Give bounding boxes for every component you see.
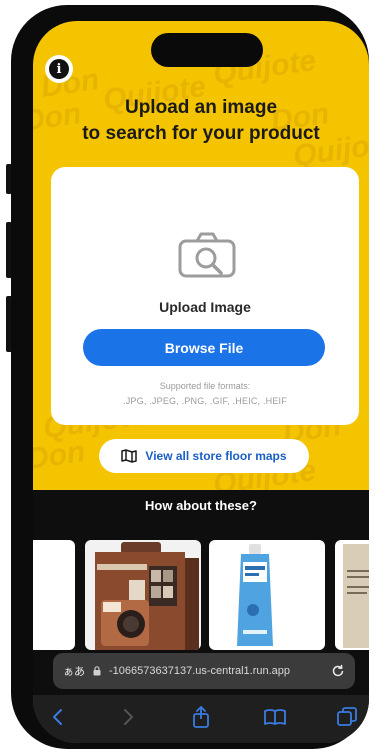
info-icon: i	[49, 59, 69, 79]
product-card[interactable]	[335, 540, 369, 650]
product-image	[95, 542, 199, 650]
supported-formats-list: .JPG, .JPEG, .PNG, .GIF, .HEIC, .HEIF	[123, 396, 287, 406]
page-title: Upload an image to search for your produ…	[33, 95, 369, 147]
upload-image-label: Upload Image	[159, 299, 251, 315]
dynamic-island	[151, 33, 263, 67]
view-floor-maps-button[interactable]: View all store floor maps	[99, 439, 309, 473]
suggestions-title: How about these?	[145, 498, 257, 513]
supported-formats-title: Supported file formats:	[159, 381, 251, 391]
share-icon[interactable]	[189, 705, 213, 729]
product-image	[343, 544, 369, 648]
product-card[interactable]	[85, 540, 201, 650]
url-text: -1066573637137.us-central1.run.app	[109, 665, 291, 677]
reload-icon[interactable]	[331, 664, 345, 678]
map-icon	[121, 449, 138, 463]
product-image	[237, 544, 273, 646]
back-icon[interactable]	[45, 705, 69, 729]
browser-toolbar	[33, 695, 369, 743]
app-screen: Don Quijote Don Quijote Don Quijote Don …	[33, 21, 369, 743]
forward-icon[interactable]	[117, 705, 141, 729]
page-settings-button[interactable]: ぁあ	[63, 663, 85, 679]
tabs-icon[interactable]	[335, 705, 359, 729]
title-line: Upload an image	[124, 97, 278, 118]
bookmarks-icon[interactable]	[263, 705, 287, 729]
camera-search-icon	[178, 232, 236, 278]
phone-frame: Don Quijote Don Quijote Don Quijote Don …	[11, 5, 369, 749]
title-line: to search for your product	[82, 123, 320, 144]
upload-card[interactable]: Upload Image Browse File Supported file …	[51, 167, 359, 425]
lock-icon	[93, 666, 101, 676]
info-button[interactable]: i	[45, 55, 73, 83]
browser-address-bar[interactable]: ぁあ -1066573637137.us-central1.run.app	[53, 653, 355, 689]
product-card[interactable]	[209, 540, 325, 650]
floor-maps-label: View all store floor maps	[145, 449, 287, 463]
product-card[interactable]	[33, 540, 75, 650]
browse-file-button[interactable]: Browse File	[83, 329, 325, 366]
